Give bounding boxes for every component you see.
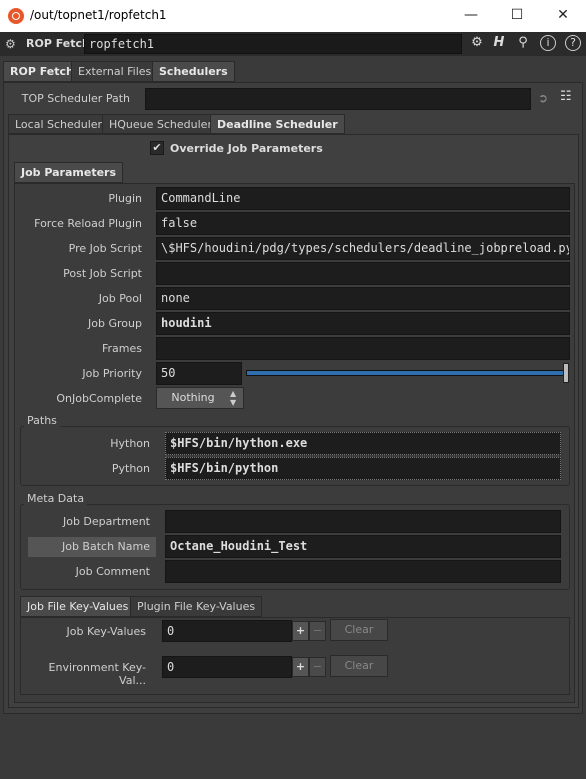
job-department-field[interactable] <box>165 510 561 533</box>
search-icon[interactable]: ⚲ <box>514 34 532 52</box>
job-group-field[interactable]: houdini <box>156 312 570 335</box>
pre-job-script-label: Pre Job Script <box>68 242 142 255</box>
hython-field[interactable]: $HFS/bin/hython.exe <box>165 432 561 455</box>
maximize-icon[interactable]: ☐ <box>494 0 540 32</box>
job-priority-label: Job Priority <box>82 367 142 380</box>
job-key-values-field[interactable]: 0 <box>162 620 292 642</box>
job-batch-name-label: Job Batch Name <box>28 537 156 557</box>
python-field[interactable]: $HFS/bin/python <box>165 457 561 480</box>
help-icon[interactable]: ? <box>565 35 581 51</box>
override-label: Override Job Parameters <box>170 142 323 155</box>
post-job-script-field[interactable] <box>156 262 570 285</box>
frames-label: Frames <box>101 342 142 355</box>
environment-key-values-add-button[interactable]: + <box>292 657 309 677</box>
minimize-icon[interactable]: — <box>448 0 494 32</box>
hython-label: Hython <box>110 437 150 450</box>
onjobcomplete-label: OnJobComplete <box>56 392 142 405</box>
jump-icon[interactable]: ➲ <box>538 91 548 105</box>
job-priority-slider-handle[interactable] <box>563 363 569 383</box>
job-key-values-add-button[interactable]: + <box>292 621 309 641</box>
top-scheduler-field[interactable] <box>145 88 531 110</box>
pre-job-script-field[interactable]: \$HFS/houdini/pdg/types/schedulers/deadl… <box>156 237 570 260</box>
tab-job-parameters[interactable]: Job Parameters <box>14 162 124 183</box>
job-batch-name-field[interactable]: Octane_Houdini_Test <box>165 535 561 558</box>
paths-title: Paths <box>24 414 60 427</box>
override-checkbox[interactable]: ✔ <box>150 141 164 155</box>
plugin-label: Plugin <box>108 192 142 205</box>
environment-key-values-clear-button[interactable]: Clear <box>330 655 388 677</box>
tab-deadline-scheduler[interactable]: Deadline Scheduler <box>210 114 345 134</box>
tab-schedulers[interactable]: Schedulers <box>152 61 235 82</box>
force-reload-field[interactable]: false <box>156 212 570 235</box>
gear-icon[interactable]: ⚙ <box>468 34 486 52</box>
rop-fetch-icon: ⚙ <box>5 37 16 51</box>
environment-key-values-label: Environment Key-Val... <box>48 661 146 687</box>
job-key-values-label: Job Key-Values <box>66 625 146 638</box>
title-bar: /out/topnet1/ropfetch1 — ☐ ✕ <box>0 0 586 32</box>
updown-arrow-icon: ▲ ▼ <box>230 389 237 407</box>
environment-key-values-remove-button[interactable]: − <box>309 657 326 677</box>
close-icon[interactable]: ✕ <box>540 0 586 32</box>
python-label: Python <box>111 462 150 475</box>
node-name-field[interactable]: ropfetch1 <box>84 34 462 54</box>
tab-hqueue-scheduler[interactable]: HQueue Scheduler <box>102 114 219 134</box>
job-priority-slider-track[interactable] <box>246 370 568 376</box>
window-title: /out/topnet1/ropfetch1 <box>30 8 167 22</box>
tab-job-file-key-values[interactable]: Job File Key-Values <box>20 596 136 617</box>
top-scheduler-label: TOP Scheduler Path <box>21 92 130 105</box>
job-comment-label: Job Comment <box>75 565 150 578</box>
info-icon[interactable]: i <box>540 35 556 51</box>
node-type-label: ROP Fetch <box>26 37 90 50</box>
job-priority-slider-fill <box>247 371 567 375</box>
job-department-label: Job Department <box>62 515 150 528</box>
plugin-field[interactable]: CommandLine <box>156 187 570 210</box>
environment-key-values-field[interactable]: 0 <box>162 656 292 678</box>
tab-local-scheduler[interactable]: Local Scheduler <box>8 114 110 134</box>
post-job-script-label: Post Job Script <box>63 267 142 280</box>
job-group-label: Job Group <box>88 317 142 330</box>
meta-data-title: Meta Data <box>24 492 88 505</box>
job-key-values-remove-button[interactable]: − <box>309 621 326 641</box>
frames-field[interactable] <box>156 337 570 360</box>
force-reload-label: Force Reload Plugin <box>34 217 142 230</box>
node-chooser-icon[interactable]: ☷ <box>560 89 572 104</box>
help-h-icon[interactable]: H <box>490 34 508 52</box>
tab-rop-fetch[interactable]: ROP Fetch <box>3 61 81 82</box>
job-comment-field[interactable] <box>165 560 561 583</box>
job-pool-label: Job Pool <box>98 292 142 305</box>
job-pool-field[interactable]: none <box>156 287 570 310</box>
houdini-logo-icon <box>8 8 24 24</box>
job-key-values-clear-button[interactable]: Clear <box>330 619 388 641</box>
tab-plugin-file-key-values[interactable]: Plugin File Key-Values <box>130 596 263 617</box>
onjobcomplete-value: Nothing <box>171 391 215 404</box>
job-priority-field[interactable]: 50 <box>156 362 242 385</box>
tab-external-files[interactable]: External Files <box>71 61 159 82</box>
